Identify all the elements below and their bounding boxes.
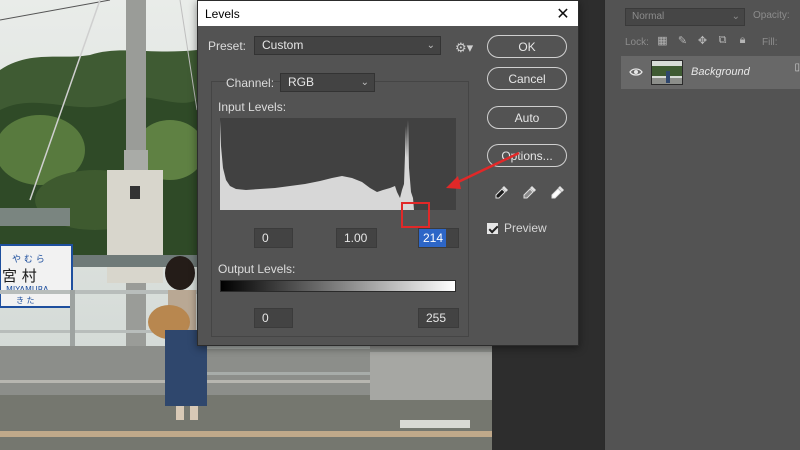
- lock-position-icon[interactable]: ✥: [695, 34, 710, 47]
- eyedropper-black-icon[interactable]: [494, 184, 510, 200]
- lock-icons: ▦ ✎ ✥ ⧉ 🔒︎: [655, 34, 750, 47]
- input-black-field[interactable]: 0: [254, 228, 293, 248]
- ok-button[interactable]: OK: [487, 35, 567, 58]
- sign-kanji: 宮 村: [2, 267, 37, 285]
- preset-select[interactable]: Custom ⌄: [254, 36, 441, 55]
- layer-name: Background: [691, 66, 750, 78]
- preset-label: Preset:: [208, 39, 247, 53]
- channel-select[interactable]: RGB ⌄: [280, 73, 375, 92]
- layer-thumbnail: [651, 60, 683, 85]
- histogram: [220, 118, 456, 210]
- input-white-field-frame[interactable]: 214: [418, 228, 459, 248]
- close-icon[interactable]: ✕: [548, 1, 578, 26]
- input-gamma-field[interactable]: 1.00: [336, 228, 377, 248]
- output-gradient-bar: [220, 280, 456, 292]
- lock-all-icon[interactable]: 🔒︎: [735, 34, 750, 47]
- lock-label: Lock:: [625, 37, 649, 48]
- opacity-label: Opacity:: [753, 10, 790, 21]
- lock-transparent-pixels-icon[interactable]: ▦: [655, 34, 670, 47]
- levels-dialog: Levels ✕ Preset: Custom ⌄ ⚙▾ Channel: RG…: [197, 0, 579, 346]
- output-white-field[interactable]: 255: [418, 308, 459, 328]
- chevron-down-icon: ⌄: [731, 11, 740, 22]
- preset-value: Custom: [262, 38, 304, 52]
- eyedropper-white-icon[interactable]: [550, 184, 566, 200]
- fill-label: Fill:: [762, 37, 778, 48]
- output-black-field[interactable]: 0: [254, 308, 293, 328]
- input-levels-label: Input Levels:: [218, 100, 287, 114]
- chevron-down-icon: ⌄: [360, 77, 369, 88]
- lock-image-pixels-icon[interactable]: ✎: [675, 34, 690, 47]
- gear-icon[interactable]: ⚙▾: [455, 40, 473, 55]
- preview-checkbox[interactable]: [487, 222, 498, 234]
- blend-mode-select[interactable]: Normal ⌄: [625, 8, 745, 26]
- layer-row-background[interactable]: Background: [621, 56, 800, 89]
- annotation-highlight-box: [401, 202, 430, 228]
- blend-mode-value: Normal: [632, 11, 665, 22]
- output-levels-label: Output Levels:: [218, 262, 296, 276]
- preview-label: Preview: [504, 221, 547, 235]
- layers-panel: Normal ⌄ Opacity: Lock: ▦ ✎ ✥ ⧉ 🔒︎ Fill:…: [604, 0, 800, 450]
- options-button[interactable]: Options...: [487, 144, 567, 167]
- input-white-field[interactable]: 214: [419, 229, 446, 247]
- dialog-titlebar[interactable]: Levels ✕: [198, 1, 578, 26]
- eyedropper-gray-icon[interactable]: [522, 184, 538, 200]
- chevron-down-icon: ⌄: [426, 40, 435, 51]
- dialog-title: Levels: [205, 7, 240, 21]
- eye-icon[interactable]: [629, 65, 643, 79]
- sign-kana-top: や む ら: [12, 254, 45, 265]
- sign-kana-bottom: き た: [16, 296, 35, 305]
- channel-label: Channel:: [226, 76, 275, 90]
- layer-panel-edge-icon: ▯: [794, 62, 800, 73]
- cancel-button[interactable]: Cancel: [487, 67, 567, 90]
- lock-artboard-icon[interactable]: ⧉: [715, 34, 730, 47]
- preview-toggle[interactable]: Preview: [487, 221, 547, 235]
- channel-value: RGB: [288, 75, 315, 89]
- auto-button[interactable]: Auto: [487, 106, 567, 129]
